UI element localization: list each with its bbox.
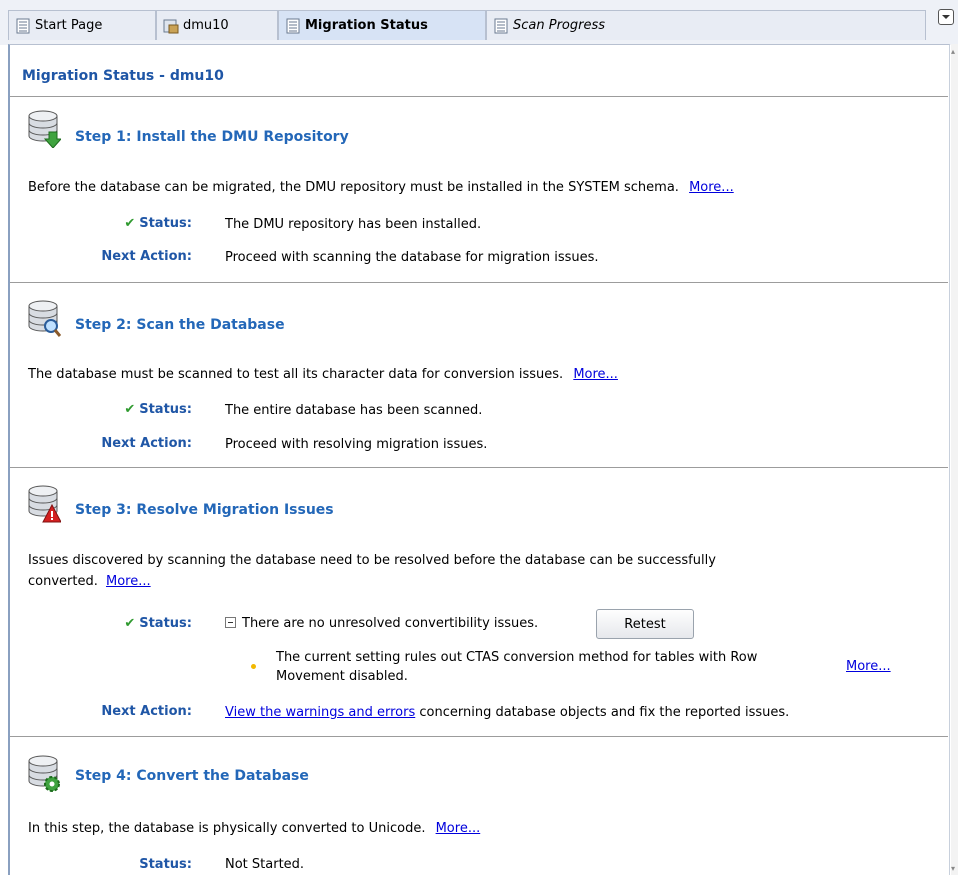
step-3-description: Issues discovered by scanning the databa…	[28, 550, 716, 592]
document-icon	[286, 18, 300, 33]
database-install-icon	[28, 110, 61, 148]
step-1-status-value: The DMU repository has been installed.	[225, 217, 482, 232]
step-3-title: Step 3: Resolve Migration Issues	[75, 502, 334, 518]
tab-label: Migration Status	[305, 18, 428, 33]
step-1-next-action-value: Proceed with scanning the database for m…	[225, 250, 599, 265]
status-label-text: Status:	[139, 616, 192, 631]
chevron-down-icon	[942, 15, 950, 19]
tab-dmu10[interactable]: dmu10	[156, 10, 278, 40]
more-link[interactable]: More...	[106, 574, 151, 589]
step-1-title: Step 1: Install the DMU Repository	[75, 129, 349, 145]
page-title: Migration Status - dmu10	[22, 68, 224, 84]
step-4-description: In this step, the database is physically…	[28, 818, 480, 839]
step-2-status-value: The entire database has been scanned.	[225, 403, 483, 418]
database-scan-icon	[28, 300, 61, 337]
checkmark-icon: ✔	[124, 616, 136, 631]
step-2-title: Step 2: Scan the Database	[75, 317, 285, 333]
description-text: Issues discovered by scanning the databa…	[28, 553, 716, 568]
next-action-label: Next Action:	[101, 249, 192, 264]
divider	[10, 96, 948, 97]
vertical-scrollbar[interactable]: ▴ ▾	[951, 44, 958, 875]
more-link[interactable]: More...	[689, 180, 734, 195]
step-2-next-action-value: Proceed with resolving migration issues.	[225, 437, 488, 452]
step-3-warning: The current setting rules out CTAS conve…	[276, 648, 757, 686]
collapse-toggle-icon[interactable]	[225, 617, 236, 628]
scroll-down-icon[interactable]: ▾	[951, 865, 958, 873]
warning-text: The current setting rules out CTAS conve…	[276, 650, 758, 665]
step-2-description: The database must be scanned to test all…	[28, 364, 618, 385]
view-warnings-link[interactable]: View the warnings and errors	[225, 705, 415, 720]
status-label-text: Status:	[139, 402, 192, 417]
tab-label: Scan Progress	[513, 18, 606, 33]
warning-text: Movement disabled.	[276, 669, 408, 684]
status-label: ✔ Status:	[100, 616, 192, 631]
step-3-status-value: There are no unresolved convertibility i…	[225, 616, 538, 631]
document-icon	[494, 18, 508, 33]
document-icon	[16, 18, 30, 33]
step-1-description: Before the database can be migrated, the…	[28, 177, 734, 198]
next-action-text: concerning database objects and fix the …	[415, 705, 790, 720]
next-action-label: Next Action:	[101, 436, 192, 451]
step-4-status-value: Not Started.	[225, 857, 305, 872]
migration-status-panel	[8, 44, 950, 875]
status-label: ✔ Status:	[100, 216, 192, 231]
retest-button[interactable]: Retest	[596, 609, 694, 639]
description-text: Before the database can be migrated, the…	[28, 180, 679, 195]
editor-tab-bar: Start Page dmu10 Migration Status Scan P…	[0, 0, 958, 45]
divider	[10, 736, 948, 737]
tab-label: dmu10	[183, 18, 229, 33]
checkmark-icon: ✔	[124, 402, 136, 417]
database-connection-icon	[163, 19, 179, 33]
database-convert-icon	[28, 755, 60, 792]
more-link[interactable]: More...	[436, 821, 481, 836]
more-link[interactable]: More...	[573, 367, 618, 382]
status-label: Status:	[139, 857, 192, 872]
divider	[10, 467, 948, 468]
tab-label: Start Page	[35, 18, 103, 33]
description-text: In this step, the database is physically…	[28, 821, 426, 836]
tab-list-dropdown-button[interactable]	[938, 9, 954, 25]
warning-bullet-icon	[251, 664, 256, 669]
database-warning-icon	[28, 485, 61, 523]
checkmark-icon: ✔	[124, 216, 136, 231]
tab-migration-status[interactable]: Migration Status	[278, 10, 486, 40]
tab-scan-progress[interactable]: Scan Progress	[486, 10, 926, 40]
scroll-up-icon[interactable]: ▴	[951, 48, 958, 56]
warning-more-link[interactable]: More...	[846, 659, 891, 674]
description-text: The database must be scanned to test all…	[28, 367, 564, 382]
next-action-label: Next Action:	[101, 704, 192, 719]
step-4-title: Step 4: Convert the Database	[75, 768, 309, 784]
status-text: There are no unresolved convertibility i…	[242, 616, 539, 631]
step-3-next-action-value: View the warnings and errors concerning …	[225, 705, 789, 720]
status-label: ✔ Status:	[100, 402, 192, 417]
description-text: converted.	[28, 574, 98, 589]
status-label-text: Status:	[139, 216, 192, 231]
tab-start-page[interactable]: Start Page	[8, 10, 156, 40]
divider	[10, 282, 948, 283]
